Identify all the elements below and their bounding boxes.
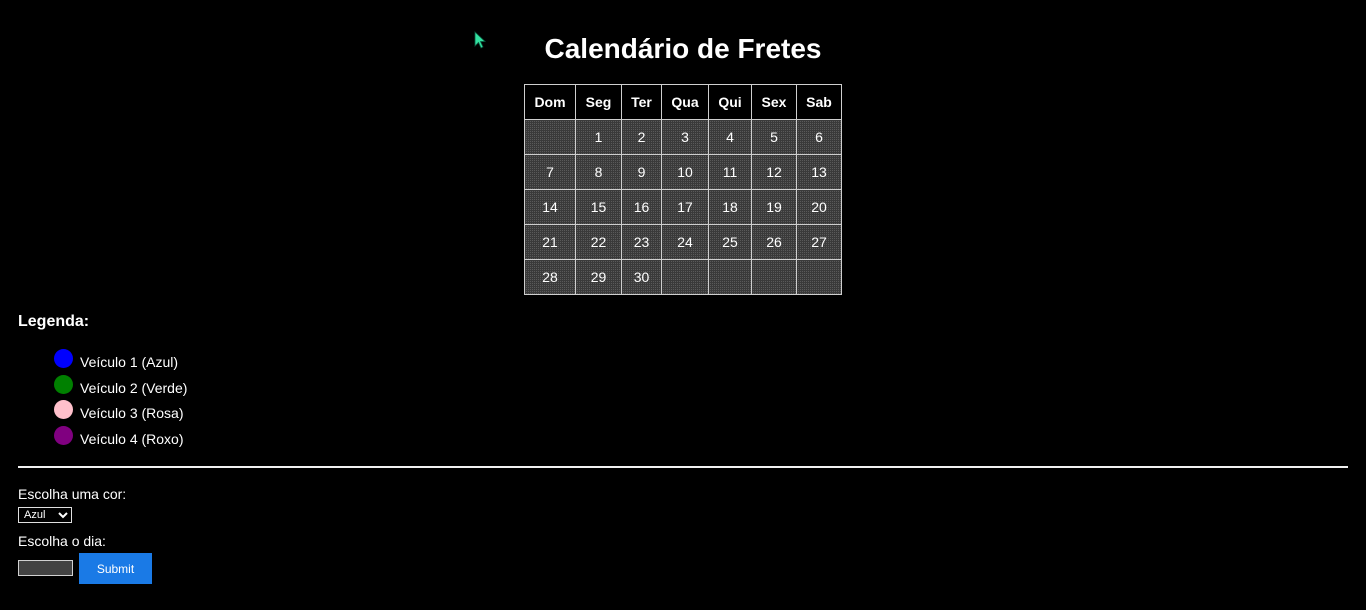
legend-item: Veículo 4 (Roxo) (54, 425, 187, 452)
calendar-day-cell[interactable] (524, 119, 576, 155)
calendar-day-cell[interactable]: 30 (621, 259, 662, 295)
legend-item-label: Veículo 1 (Azul) (80, 354, 179, 370)
calendar-day-cell[interactable]: 17 (661, 189, 709, 225)
calendar-day-cell[interactable]: 13 (796, 154, 842, 190)
calendar-day-cell[interactable] (751, 259, 797, 295)
day-input[interactable] (18, 560, 73, 576)
weekday-header: Seg (575, 84, 622, 120)
calendar-day-cell[interactable]: 21 (524, 224, 576, 260)
calendar-day-cell[interactable]: 9 (621, 154, 662, 190)
calendar-day-cell[interactable]: 10 (661, 154, 709, 190)
calendar-week-row: 1 2 3 4 5 6 (524, 119, 842, 155)
calendar-day-cell[interactable]: 1 (575, 119, 622, 155)
calendar-day-cell[interactable]: 19 (751, 189, 797, 225)
calendar-day-cell[interactable] (708, 259, 752, 295)
legend-item-label: Veículo 2 (Verde) (80, 379, 188, 396)
color-dot-icon (54, 400, 73, 419)
legend-item: Veículo 2 (Verde) (54, 374, 188, 401)
weekday-header: Qua (661, 84, 709, 120)
color-dot-icon (54, 349, 73, 368)
calendar-day-cell[interactable] (661, 259, 709, 295)
calendar-header-row: Dom Seg Ter Qua Qui Sex Sab (524, 84, 842, 120)
calendar-day-cell[interactable]: 15 (575, 189, 622, 225)
weekday-header: Ter (621, 84, 662, 120)
calendar-day-cell[interactable]: 14 (524, 189, 576, 225)
calendar-day-cell[interactable]: 7 (524, 154, 576, 190)
calendar-day-cell[interactable]: 11 (708, 154, 752, 190)
submit-button[interactable]: Submit (79, 553, 152, 584)
legend-item-label: Veículo 3 (Rosa) (80, 405, 184, 421)
calendar-day-cell[interactable]: 24 (661, 224, 709, 260)
calendar-day-cell[interactable]: 28 (524, 259, 576, 295)
calendar-week-row: 21 22 23 24 25 26 27 (524, 224, 842, 260)
calendar-week-row: 14 15 16 17 18 19 20 (524, 189, 842, 225)
calendar-day-cell[interactable]: 29 (575, 259, 622, 295)
calendar-day-cell[interactable]: 4 (708, 119, 752, 155)
color-dot-icon (54, 374, 73, 394)
weekday-header: Dom (524, 84, 576, 120)
legend-item: Veículo 1 (Azul) (54, 349, 187, 375)
weekday-header: Qui (708, 84, 752, 120)
calendar-table: Dom Seg Ter Qua Qui Sex Sab 1 2 3 4 5 6 … (524, 84, 842, 295)
calendar-week-row: 7 8 9 10 11 12 13 (524, 154, 842, 190)
divider (18, 466, 1348, 468)
color-dot-icon (54, 425, 73, 445)
calendar-day-cell[interactable]: 27 (796, 224, 842, 260)
calendar-day-cell[interactable]: 8 (575, 154, 622, 190)
calendar-day-cell[interactable]: 20 (796, 189, 842, 225)
legend-item: Veículo 3 (Rosa) (54, 400, 187, 426)
calendar-day-cell[interactable]: 23 (621, 224, 662, 260)
weekday-header: Sex (751, 84, 797, 120)
calendar-day-cell[interactable]: 12 (751, 154, 797, 190)
color-select-label: Escolha uma cor: (18, 486, 127, 502)
calendar-day-cell[interactable]: 3 (661, 119, 709, 155)
legend-item-label: Veículo 4 (Roxo) (80, 430, 184, 447)
page: Calendário de Fretes Dom Seg Ter Qua Qui… (0, 0, 1366, 610)
calendar-day-cell[interactable]: 16 (621, 189, 662, 225)
calendar-day-cell[interactable]: 22 (575, 224, 622, 260)
page-title: Calendário de Fretes (544, 33, 822, 64)
calendar-day-cell[interactable]: 6 (796, 119, 842, 155)
weekday-header: Sab (796, 84, 842, 120)
legend-list: Veículo 1 (Azul) Veículo 2 (Verde) Veícu… (54, 349, 187, 451)
calendar-day-cell[interactable]: 26 (751, 224, 797, 260)
calendar-day-cell[interactable]: 2 (621, 119, 662, 155)
day-input-label: Escolha o dia: (18, 533, 106, 549)
legend-title: Legenda: (18, 313, 90, 330)
calendar-week-row: 28 29 30 (524, 259, 842, 295)
calendar-day-cell[interactable]: 25 (708, 224, 752, 260)
color-select[interactable]: Azul (18, 507, 72, 523)
calendar-day-cell[interactable]: 18 (708, 189, 752, 225)
calendar-day-cell[interactable] (796, 259, 842, 295)
calendar-day-cell[interactable]: 5 (751, 119, 797, 155)
